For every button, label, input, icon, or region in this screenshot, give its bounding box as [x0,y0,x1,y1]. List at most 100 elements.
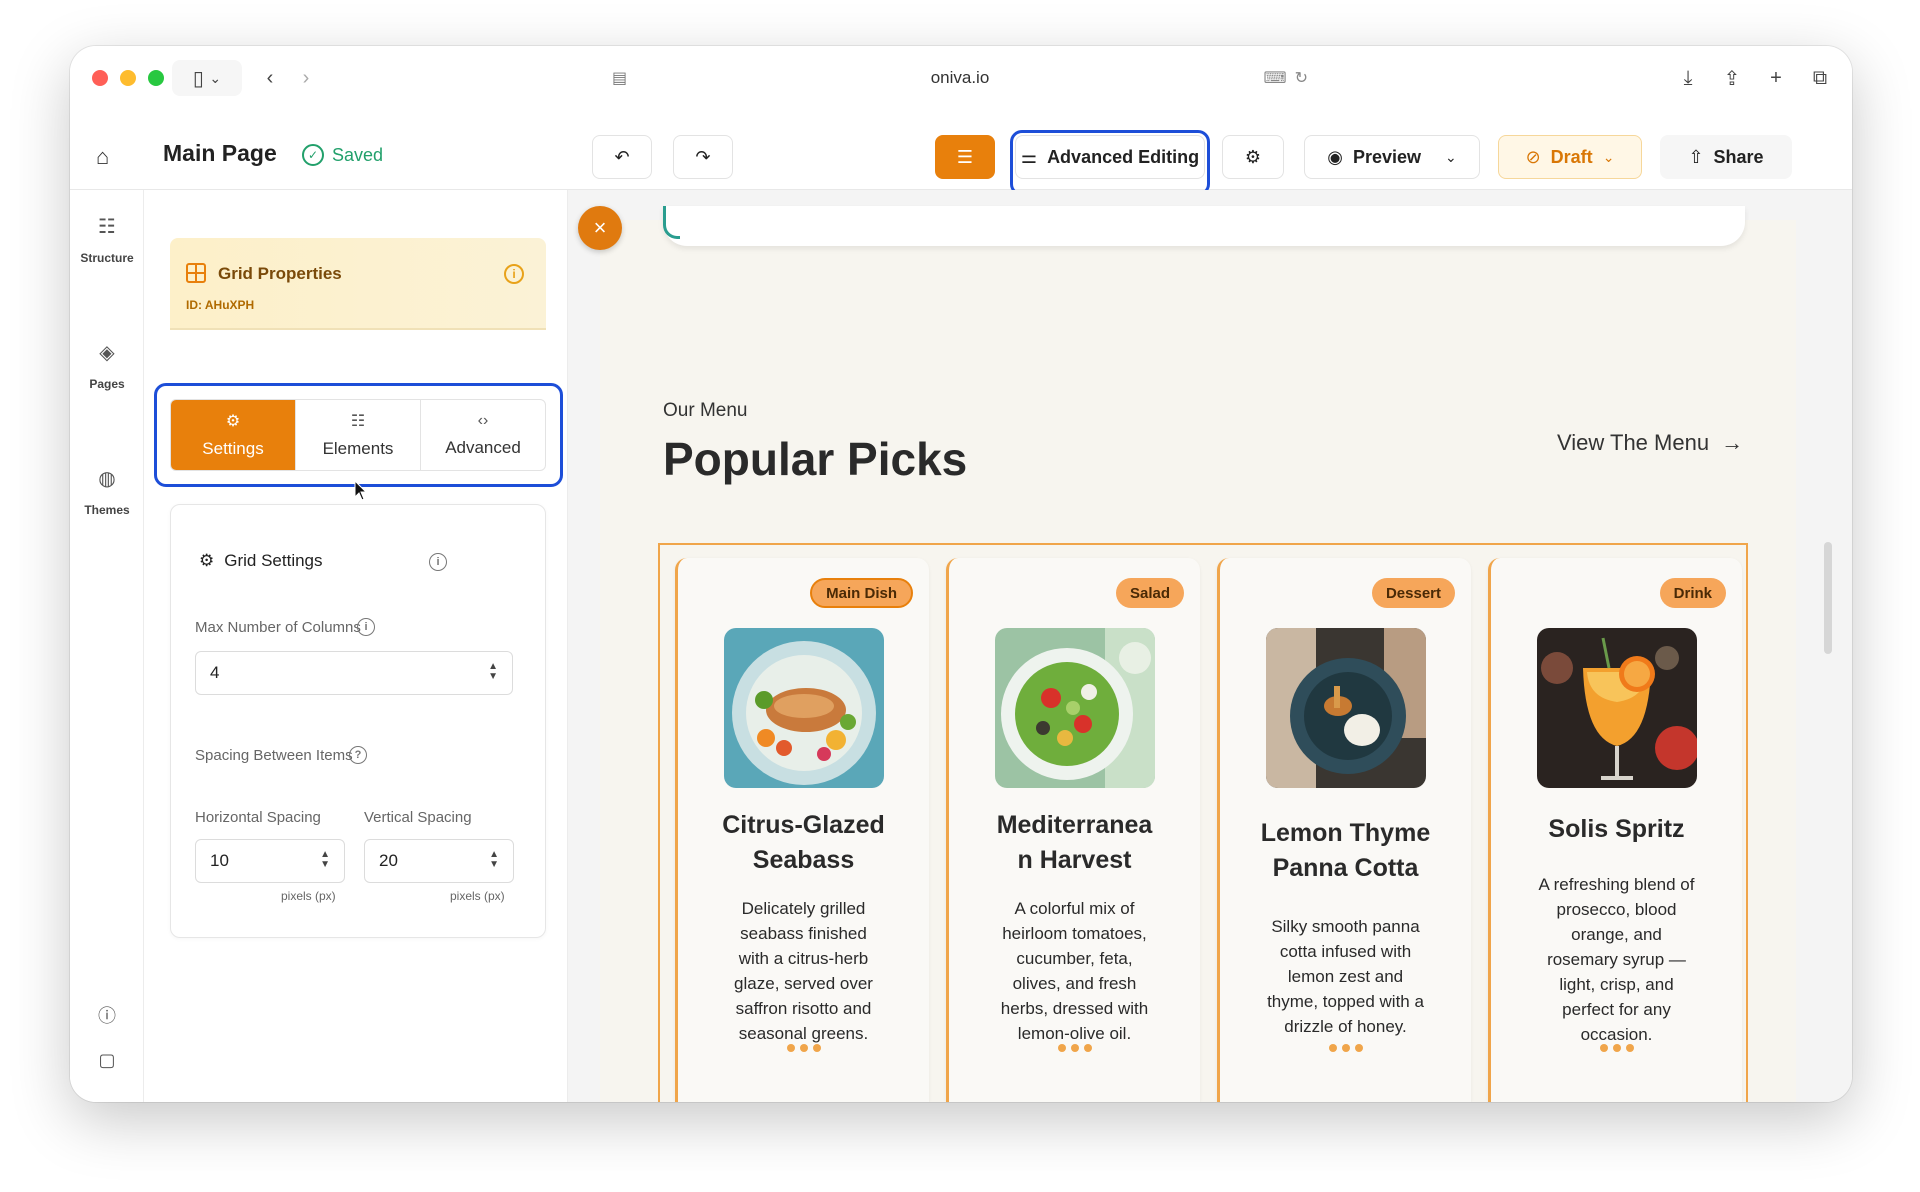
share-label: Share [1713,146,1764,167]
address-bar[interactable]: ▤ oniva.io ⌨ ↻ [598,58,1322,98]
max-columns-label: Max Number of Columns [195,619,361,636]
tab-elements[interactable]: ☷ Elements [296,400,421,470]
tabs-icon: ⧉ [1812,66,1828,89]
list-icon: ☷ [350,413,366,430]
vertical-unit: pixels (px) [450,889,505,903]
draft-label: Draft [1550,146,1593,167]
rail-item-pages[interactable]: ◈ Pages [70,340,144,391]
card-title-line1: Mediterranea [996,811,1153,839]
app-header: ⌂ Main Page ✓ Saved ↶ ↷ ☰ ⚌ Advanced Edi… [70,124,1852,190]
card-description: Silky smooth panna cotta infused with lemo… [1267,917,1424,1036]
card-title-line2: Panna Cotta [1272,854,1419,882]
info-icon[interactable]: i [429,553,447,571]
redo-button[interactable]: ↷ [673,135,733,179]
menu-card[interactable]: Salad Mediterranea n Harvest A colorful … [946,558,1200,1102]
menu-card[interactable]: Dessert Lemon Thyme Panna Cotta Silky sm… [1217,558,1471,1102]
category-badge: Salad [1115,578,1184,608]
card-title-line1: Lemon Thyme [1260,819,1431,847]
rail-item-themes[interactable]: ◍ Themes [70,466,144,517]
share-icon: ⇪ [1723,67,1741,90]
settings-button[interactable]: ⚙ [1222,135,1284,179]
gear-icon: ⚙ [225,413,241,430]
seabass-image [723,628,884,788]
chevron-down-icon: ⌄ [209,69,222,86]
canvas-scrollbar[interactable] [1824,542,1832,654]
help-button[interactable]: ⓘ [70,1002,144,1028]
rail-item-label: Pages [89,377,125,391]
eye-icon: ◉ [1327,146,1343,167]
tab-label: Settings [202,439,264,458]
properties-panel: Grid Properties ID: AHuXPH i ⚙ Settings … [144,190,568,1102]
help-icon[interactable]: ? [349,746,367,764]
stepper-icon[interactable]: ▲ ▼ [489,850,499,870]
reload-icon[interactable]: ↻ [1295,68,1308,88]
upload-icon: ⇧ [1688,146,1704,167]
rail-item-label: Themes [84,503,130,517]
docs-button[interactable]: ▢ [70,1050,144,1071]
layout-toggle-button[interactable]: ☰ [935,135,995,179]
chevron-down-icon: ⌄ [1445,148,1457,165]
category-badge: Drink [1659,578,1726,608]
forward-button[interactable]: › [288,60,324,96]
rail-item-structure[interactable]: ☷ Structure [70,214,144,265]
card-description: Delicately grilled seabass finished with a… [734,899,873,1043]
horizontal-spacing-label: Horizontal Spacing [195,809,321,826]
tab-settings[interactable]: ⚙ Settings [171,400,296,470]
chevron-left-icon: ‹ [266,66,274,89]
undo-button[interactable]: ↶ [592,135,652,179]
menu-card[interactable]: Drink Solis Spritz A refreshing blend of… [1488,558,1742,1102]
horizontal-spacing-input[interactable]: 10 ▲ ▼ [195,839,345,883]
menu-card[interactable]: Main Dish Citrus-Glazed Seabass Delicate… [675,558,929,1102]
more-options-icon[interactable] [1599,1044,1634,1052]
maximize-window-button[interactable] [148,70,164,86]
draft-status-button[interactable]: ⊘ Draft ⌄ [1498,135,1642,179]
previous-section-edge [663,206,1745,246]
share-page-button[interactable]: ⇪ [1714,60,1750,96]
palette-icon: ◍ [98,468,116,490]
close-icon: × [593,215,607,240]
back-button[interactable]: ‹ [252,60,288,96]
tab-label: Elements [322,439,394,458]
salad-image [994,628,1155,788]
page-icon: ▤ [612,70,628,87]
info-icon[interactable]: i [357,618,375,636]
chevron-right-icon: › [302,66,310,89]
grid-settings-title: Grid Settings [224,551,323,570]
close-panel-button[interactable]: × [578,206,622,250]
grid-properties-header: Grid Properties ID: AHuXPH i [170,238,546,330]
card-description: A colorful mix of heirloom tomatoes, cucum… [1000,899,1149,1043]
vertical-spacing-label: Vertical Spacing [364,809,472,826]
new-tab-button[interactable]: + [1758,60,1794,96]
view-menu-link[interactable]: View The Menu → [1557,430,1743,456]
section-eyebrow: Our Menu [663,400,748,421]
more-options-icon[interactable] [786,1044,821,1052]
align-icon: ☰ [956,146,974,167]
tab-overview-button[interactable]: ⧉ [1802,60,1838,96]
share-button[interactable]: ⇧ Share [1660,135,1792,179]
home-icon[interactable]: ⌂ [96,144,109,170]
download-button[interactable]: ⤓ [1670,60,1706,96]
horizontal-unit: pixels (px) [281,889,336,903]
help-circle-icon: ⓘ [98,1006,116,1026]
stepper-icon[interactable]: ▲ ▼ [488,662,498,682]
layers-icon: ◈ [99,342,115,364]
info-icon[interactable]: i [504,264,524,284]
browser-toolbar: ▯ ⌄ ‹ › ▤ oniva.io ⌨ ↻ ⤓ ⇪ + ⧉ [70,46,1852,110]
chevron-down-icon: ⌄ [1602,148,1615,165]
preview-button[interactable]: ◉ Preview ⌄ [1304,135,1480,179]
view-menu-label: View The Menu [1557,430,1710,455]
close-window-button[interactable] [92,70,108,86]
element-id: ID: AHuXPH [186,298,255,312]
horizontal-spacing-value: 10 [210,851,229,870]
sidebar-toggle-button[interactable]: ▯ ⌄ [172,60,242,96]
translate-icon[interactable]: ⌨ [1264,68,1287,88]
max-columns-input[interactable]: 4 ▲ ▼ [195,651,513,695]
minimize-window-button[interactable] [120,70,136,86]
more-options-icon[interactable] [1057,1044,1092,1052]
check-circle-icon: ✓ [302,144,324,166]
more-options-icon[interactable] [1328,1044,1363,1052]
vertical-spacing-input[interactable]: 20 ▲ ▼ [364,839,514,883]
spritz-image [1536,628,1697,788]
tab-advanced[interactable]: ‹› Advanced [421,400,545,470]
stepper-icon[interactable]: ▲ ▼ [320,850,330,870]
